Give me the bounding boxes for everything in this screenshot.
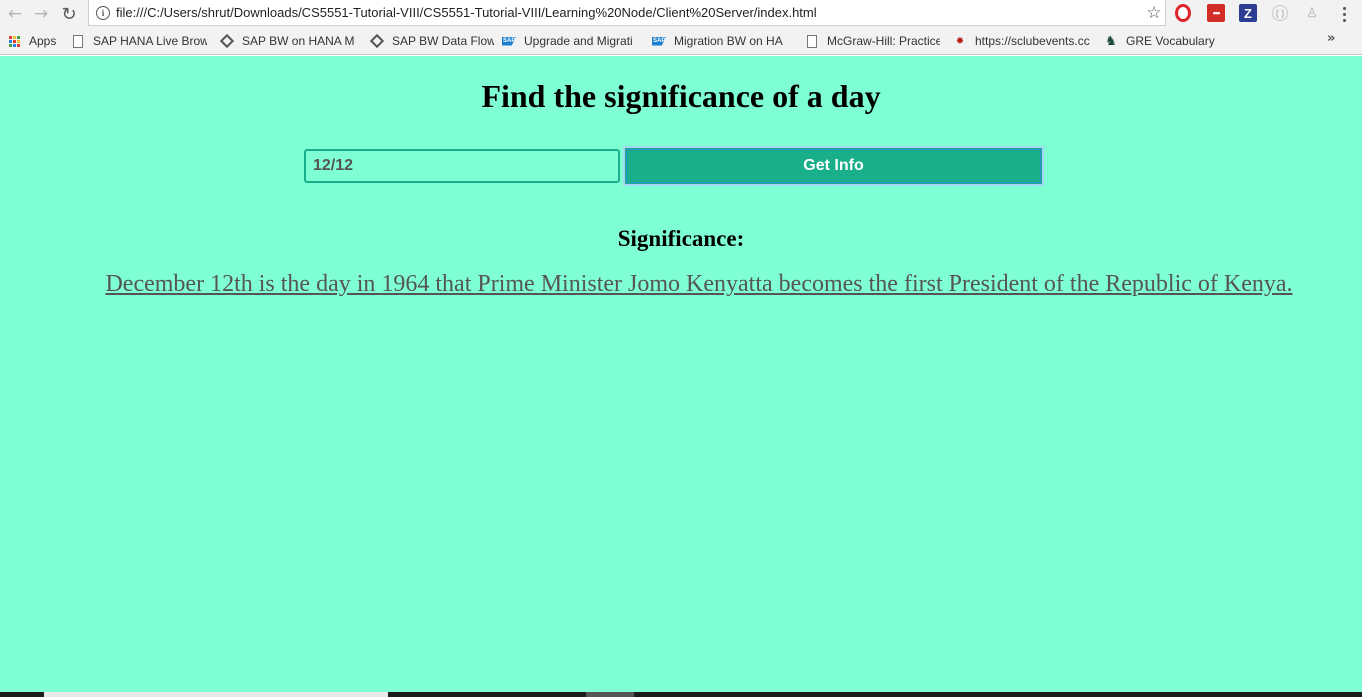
lastpass-icon[interactable]: ••• [1207, 4, 1225, 22]
taskbar [0, 692, 1362, 697]
bookmark-label: SAP HANA Live Brow [93, 34, 207, 48]
person-icon[interactable]: ♙ [1303, 4, 1321, 22]
opera-icon[interactable] [1175, 4, 1191, 22]
bookmark-label: SAP BW on HANA M [242, 34, 355, 48]
spartan-icon: ♞ [1105, 33, 1117, 48]
bookmarks-bar: Apps SAP HANA Live Brow SAP BW on HANA M… [0, 28, 1362, 55]
url-text[interactable]: file:///C:/Users/shrut/Downloads/CS5551-… [116, 5, 1143, 20]
bookmark-star-icon[interactable]: ☆ [1143, 3, 1165, 23]
info-icon[interactable]: i [96, 5, 110, 20]
apps-grid-icon [7, 34, 21, 48]
sap-icon: SAP [502, 36, 516, 46]
page-icon [71, 34, 85, 48]
zotero-icon[interactable]: Z [1239, 4, 1257, 22]
bookmark-upgrade-migration[interactable]: SAP Upgrade and Migrati [502, 31, 640, 51]
date-input[interactable] [304, 149, 620, 183]
bookmark-sclubevents[interactable]: ✹ https://sclubevents.cc [953, 31, 1091, 51]
bookmark-label: Apps [29, 34, 57, 48]
extension-icon[interactable]: ( ) [1272, 5, 1288, 21]
bookmark-label: Migration BW on HA [674, 34, 783, 48]
taskbar-segment [586, 692, 634, 697]
sap-icon: SAP [652, 36, 666, 46]
bookmark-label: SAP BW Data Flow [392, 34, 494, 48]
reload-icon[interactable]: ↻ [57, 2, 81, 26]
bookmark-migration-bw[interactable]: SAP Migration BW on HA [652, 31, 790, 51]
bookmark-label: Upgrade and Migrati [524, 34, 633, 48]
bookmark-gre-vocabulary[interactable]: ♞ GRE Vocabulary [1104, 31, 1224, 51]
bookmark-sap-hana-live[interactable]: SAP HANA Live Brow [71, 31, 207, 51]
address-bar[interactable]: i file:///C:/Users/shrut/Downloads/CS555… [88, 0, 1166, 26]
bookmark-label: McGraw-Hill: Practice [827, 34, 940, 48]
bookmark-label: GRE Vocabulary [1126, 34, 1215, 48]
bookmark-apps[interactable]: Apps [7, 31, 62, 51]
diamond-icon [220, 33, 235, 49]
browser-toolbar: ← → ↻ i file:///C:/Users/shrut/Downloads… [0, 0, 1362, 28]
bookmark-label: https://sclubevents.cc [975, 34, 1090, 48]
significance-heading: Significance: [617, 226, 745, 251]
page-icon [805, 34, 819, 48]
menu-dots-icon[interactable] [1336, 2, 1352, 26]
bug-icon: ✹ [955, 35, 965, 47]
page-title: Find the significance of a day [481, 78, 881, 114]
bookmark-sap-bw-data-flow[interactable]: SAP BW Data Flow [370, 31, 494, 51]
bookmark-mcgraw-hill[interactable]: McGraw-Hill: Practice [805, 31, 940, 51]
diamond-icon [370, 33, 385, 49]
get-info-button[interactable]: Get Info [623, 146, 1044, 186]
bookmarks-overflow-chevron-icon[interactable]: » [1327, 31, 1335, 46]
taskbar-segment [44, 692, 388, 697]
significance-text: December 12th is the day in 1964 that Pr… [105, 271, 1293, 297]
back-arrow-icon[interactable]: ← [3, 2, 27, 26]
forward-arrow-icon[interactable]: → [29, 2, 53, 26]
bookmark-sap-bw-hana[interactable]: SAP BW on HANA M [220, 31, 355, 51]
page-content: Find the significance of a day Get Info … [0, 56, 1362, 692]
